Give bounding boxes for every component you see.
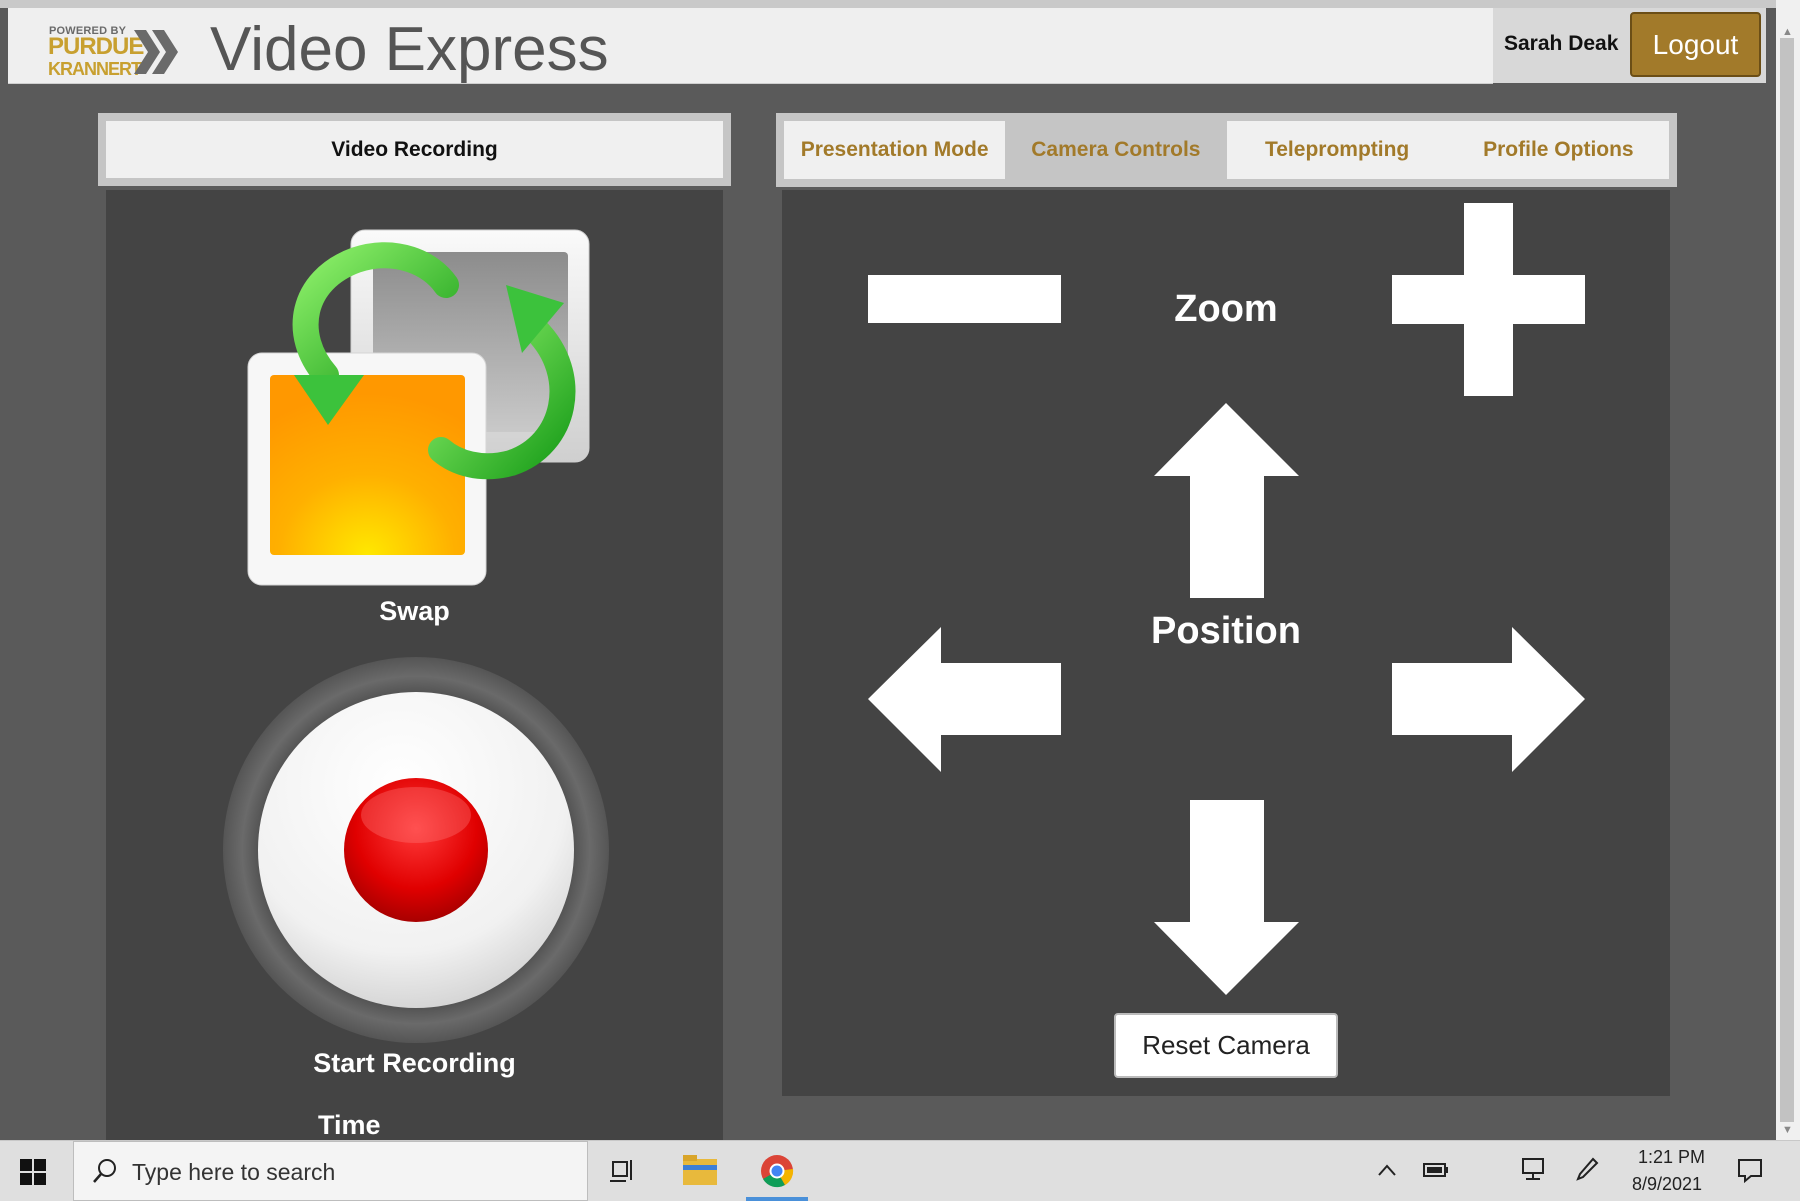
task-view-icon[interactable] [610,1157,636,1183]
purdue-krannert-logo: POWERED BY PURDUE KRANNERT [40,18,180,78]
swap-icon[interactable] [246,225,591,590]
pen-icon[interactable] [1575,1157,1599,1183]
left-tab-frame: Video Recording [98,113,731,186]
clock-date[interactable]: 8/9/2021 [1632,1174,1702,1195]
video-recording-panel: Swap Start Recording Time [106,190,723,1140]
logo-krannert-text: KRANNERT [48,59,142,79]
search-icon [93,1159,116,1183]
logo-purdue-text: PURDUE [48,33,144,60]
chrome-icon[interactable] [760,1154,794,1188]
arrow-right-icon[interactable] [1392,627,1585,772]
windows-start-icon[interactable] [20,1159,46,1185]
zoom-in-icon[interactable] [1392,203,1585,396]
browser-top-strip [0,0,1780,8]
tab-profile-options[interactable]: Profile Options [1447,121,1669,179]
windows-taskbar: Type here to search 1:21 PM 8/9/2021 [0,1140,1800,1201]
start-recording-label: Start Recording [313,1048,516,1078]
network-icon[interactable] [1519,1157,1547,1181]
arrow-left-icon[interactable] [868,627,1061,772]
control-tabs: Presentation Mode Camera Controls Telepr… [784,121,1669,179]
tab-presentation-mode[interactable]: Presentation Mode [784,121,1006,179]
clock-time[interactable]: 1:21 PM [1638,1147,1705,1168]
tab-teleprompting[interactable]: Teleprompting [1226,121,1448,179]
app-header: POWERED BY PURDUE KRANNERT Video Express [8,8,1493,84]
taskbar-search-box[interactable]: Type here to search [73,1141,588,1201]
page-scrollbar[interactable]: ▲ ▼ [1776,0,1800,1140]
tab-camera-controls[interactable]: Camera Controls [1005,121,1227,179]
arrow-down-icon[interactable] [1154,800,1299,995]
search-placeholder: Type here to search [132,1159,336,1185]
user-name: Sarah Deak [1504,32,1619,55]
swap-label: Swap [379,596,450,626]
record-button[interactable] [221,655,611,1045]
notification-icon[interactable] [1737,1157,1763,1183]
time-label: Time [318,1110,381,1140]
scroll-down-icon[interactable]: ▼ [1782,1124,1793,1136]
scroll-up-icon[interactable]: ▲ [1782,26,1793,38]
app-title: Video Express [210,15,609,84]
arrow-up-icon[interactable] [1154,403,1299,598]
camera-controls-panel: Zoom Position Reset Camera [782,190,1670,1096]
logo-chevrons-icon [134,30,178,74]
chrome-active-indicator [746,1197,808,1201]
logout-button[interactable]: Logout [1630,12,1761,77]
scroll-thumb[interactable] [1780,38,1794,1122]
right-tab-frame: Presentation Mode Camera Controls Telepr… [776,113,1677,187]
tab-video-recording[interactable]: Video Recording [106,121,723,178]
reset-camera-button[interactable]: Reset Camera [1114,1013,1338,1078]
user-bar: Sarah Deak Logout [1493,8,1766,83]
chevron-up-icon[interactable] [1377,1163,1397,1177]
file-explorer-icon[interactable] [683,1155,717,1185]
battery-icon[interactable] [1423,1161,1449,1179]
